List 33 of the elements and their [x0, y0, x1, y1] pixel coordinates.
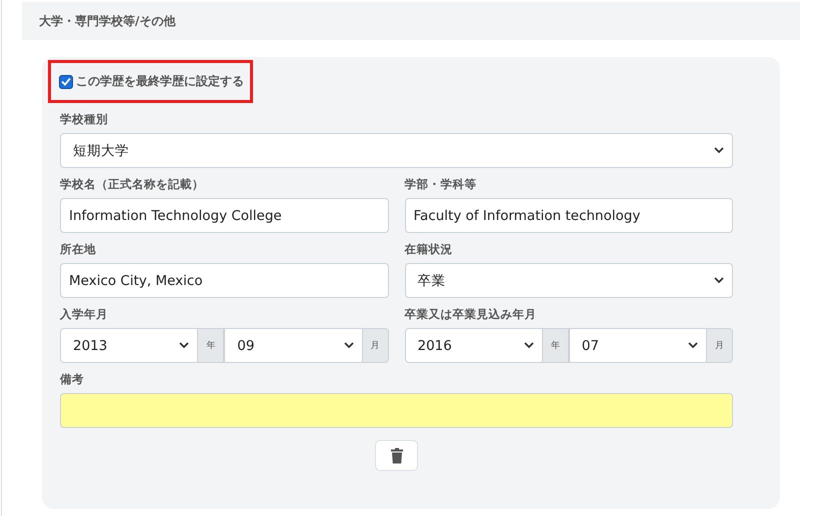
chevron-icon — [714, 277, 724, 284]
input-field[interactable]: Mexico City, Mexico — [60, 263, 388, 298]
input-field[interactable] — [60, 393, 733, 428]
field-label: 卒業又は卒業見込み年月 — [404, 307, 538, 322]
chevron-icon — [179, 342, 190, 349]
field-label: 学校種別 — [60, 112, 109, 127]
chevron-icon — [524, 342, 534, 349]
unit-label: 月 — [707, 328, 733, 363]
select-field[interactable]: 短期大学 — [60, 133, 733, 168]
month-select[interactable]: 09 — [224, 328, 362, 363]
year-select[interactable]: 2016 — [404, 328, 543, 363]
field-label: 学部・学科等 — [404, 177, 478, 192]
field-label: 備考 — [60, 372, 85, 387]
unit-label: 年 — [542, 328, 569, 363]
checkbox-label: この学歴を最終学歴に設定する — [76, 73, 244, 90]
field-label: 入学年月 — [60, 307, 109, 322]
chevron-icon — [688, 342, 698, 349]
checkbox[interactable] — [59, 74, 73, 88]
unit-label: 年 — [198, 328, 224, 363]
trash-icon — [390, 448, 402, 464]
field-label: 所在地 — [60, 242, 97, 257]
input-field[interactable]: Faculty of Information technology — [404, 198, 733, 233]
year-select[interactable]: 2013 — [60, 328, 198, 363]
select-field[interactable]: 卒業 — [404, 263, 733, 298]
delete-button[interactable] — [375, 440, 418, 471]
input-field[interactable]: Information Technology College — [60, 198, 388, 233]
unit-label: 月 — [362, 328, 388, 363]
chevron-icon — [344, 342, 354, 349]
chevron-icon — [714, 147, 724, 154]
field-label: 在籍状況 — [404, 242, 454, 257]
section-title: 大学・専門学校等/その他 — [39, 12, 176, 30]
month-select[interactable]: 07 — [568, 328, 707, 363]
field-label: 学校名（正式名称を記載） — [60, 177, 205, 192]
